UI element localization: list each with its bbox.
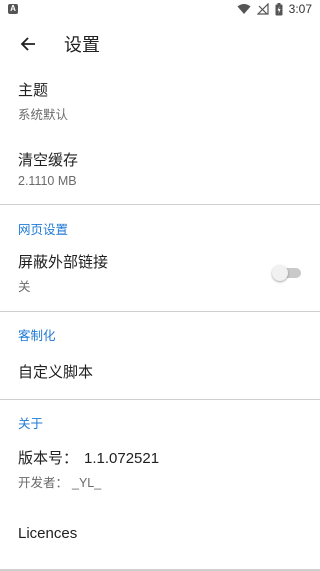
section-header-web: 网页设置	[18, 223, 69, 237]
theme-title: 主题	[18, 82, 49, 99]
app-notification-icon: A	[8, 4, 18, 14]
clear-cache-setting[interactable]: 清空缓存 2.1110 MB	[0, 132, 320, 204]
status-left: A	[8, 4, 18, 14]
toolbar: 设置	[0, 18, 320, 70]
version-info[interactable]: 版本号： 1.1.072521 开发者： _YL_	[0, 432, 320, 509]
licences-title: Licences	[18, 525, 78, 542]
version-label: 版本号：	[18, 450, 79, 467]
developer-value: _YL_	[72, 476, 102, 490]
toggle-thumb	[272, 265, 288, 281]
battery-charging-icon	[275, 2, 283, 16]
theme-value: 系统默认	[18, 108, 69, 122]
status-right: 3:07	[237, 2, 312, 16]
block-external-links-toggle[interactable]	[272, 263, 302, 283]
clock: 3:07	[288, 2, 312, 16]
back-button[interactable]	[16, 32, 40, 56]
developer-label: 开发者：	[18, 476, 69, 490]
licences-item[interactable]: Licences	[0, 509, 320, 558]
custom-scripts-title: 自定义脚本	[18, 364, 94, 381]
arrow-back-icon	[20, 37, 35, 51]
no-signal-icon	[256, 3, 269, 15]
status-bar: A 3:07	[0, 0, 320, 18]
cache-size: 2.1110 MB	[18, 174, 77, 188]
theme-setting[interactable]: 主题 系统默认	[0, 70, 320, 132]
wifi-icon	[237, 3, 251, 15]
block-external-links-setting[interactable]: 屏蔽外部链接 关	[0, 238, 320, 311]
section-header-about: 关于	[18, 417, 44, 431]
version-value: 1.1.072521	[84, 450, 160, 467]
version-line: 版本号： 1.1.072521	[18, 447, 302, 468]
clear-cache-title: 清空缓存	[18, 152, 79, 169]
block-external-links-text: 屏蔽外部链接 关	[18, 251, 108, 295]
page-title: 设置	[64, 35, 100, 55]
section-header-custom: 客制化	[18, 329, 56, 343]
developer-line: 开发者： _YL_	[18, 472, 302, 491]
block-external-links-value: 关	[18, 280, 31, 294]
block-external-links-title: 屏蔽外部链接	[18, 254, 109, 271]
custom-scripts-setting[interactable]: 自定义脚本	[0, 344, 320, 399]
